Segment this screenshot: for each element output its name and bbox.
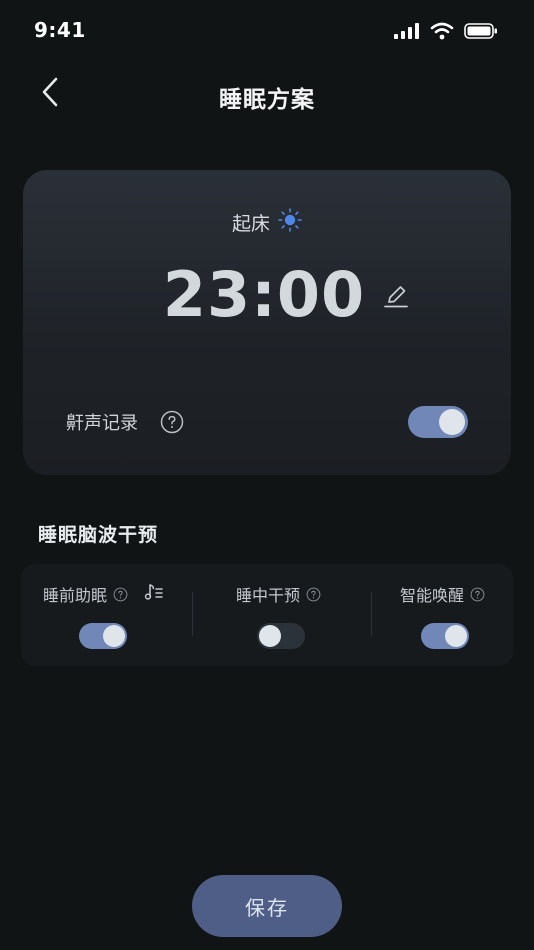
status-bar: 9:41 (0, 0, 534, 60)
snore-help-icon[interactable] (160, 410, 184, 434)
save-button[interactable]: 保存 (192, 875, 342, 937)
snore-record-toggle[interactable] (408, 406, 468, 438)
snore-record-label: 鼾声记录 (66, 413, 138, 434)
wake-row: 起床 (23, 208, 511, 236)
smart-wake-help-icon[interactable] (470, 587, 485, 602)
feature-mid-sleep: 睡中干预 (193, 564, 371, 666)
toggle-knob (103, 625, 125, 647)
brainwave-feature-panel: 睡前助眠 睡中干预 智能唤醒 (21, 564, 513, 666)
header: 睡眠方案 (0, 64, 534, 124)
smart-wake-toggle[interactable] (421, 623, 469, 649)
feature-label: 睡前助眠 (43, 586, 108, 605)
feature-head: 睡中干预 (236, 582, 321, 606)
feature-toggle-wrap (79, 623, 127, 649)
section-title: 睡眠脑波干预 (38, 524, 159, 546)
battery-icon (464, 23, 498, 43)
wifi-icon (430, 22, 454, 44)
pencil-icon (383, 283, 409, 313)
feature-label: 智能唤醒 (400, 586, 465, 605)
snore-record-row: 鼾声记录 (66, 402, 468, 442)
wake-label: 起床 (231, 212, 270, 235)
feature-label: 睡中干预 (236, 586, 301, 605)
mid-sleep-help-icon[interactable] (306, 587, 321, 602)
pre-sleep-help-icon[interactable] (113, 587, 128, 602)
toggle-knob (445, 625, 467, 647)
feature-pre-sleep: 睡前助眠 (21, 564, 191, 666)
music-playlist-button[interactable] (144, 584, 164, 604)
status-time: 9:41 (34, 18, 86, 42)
alarm-time[interactable]: 23:00 (163, 258, 365, 332)
time-row: 23:00 (23, 258, 511, 332)
feature-toggle-wrap (257, 623, 305, 649)
pre-sleep-toggle[interactable] (79, 623, 127, 649)
feature-toggle-wrap (421, 623, 469, 649)
page-title: 睡眠方案 (219, 87, 315, 113)
edit-time-button[interactable] (381, 283, 411, 313)
feature-smart-wake: 智能唤醒 (372, 564, 513, 666)
cellular-signal-icon (394, 23, 420, 43)
status-icons (394, 22, 498, 44)
feature-head: 智能唤醒 (400, 582, 485, 606)
mid-sleep-toggle[interactable] (257, 623, 305, 649)
music-list-icon (144, 582, 164, 606)
alarm-card: 起床 23:00 鼾声记录 (23, 170, 511, 475)
toggle-knob (259, 625, 281, 647)
sun-icon (278, 208, 302, 236)
toggle-knob (439, 409, 465, 435)
feature-head: 睡前助眠 (43, 582, 164, 606)
